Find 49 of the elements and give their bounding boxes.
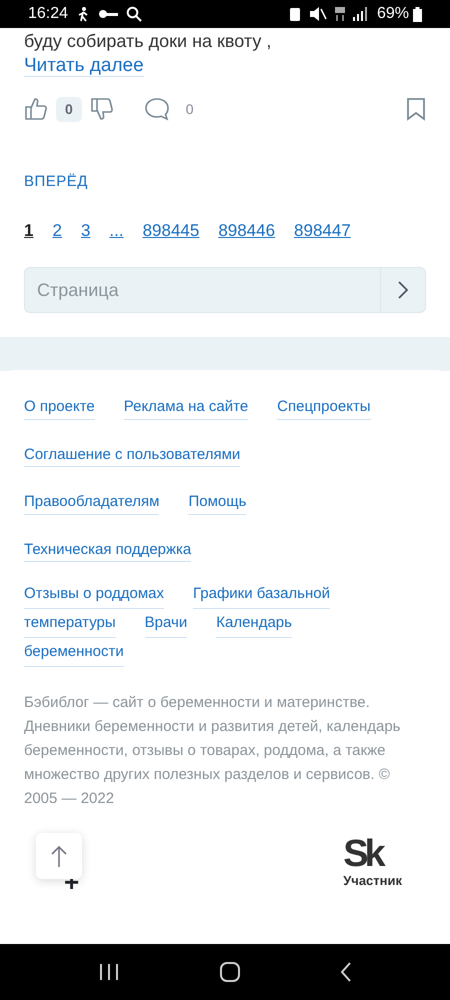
topic-link[interactable]: Календарь: [216, 609, 292, 638]
mute-icon: [308, 7, 327, 21]
chevron-right-icon: [398, 280, 408, 299]
network-icon: [334, 7, 345, 21]
battery-saver-icon: [288, 6, 301, 22]
footer-link[interactable]: Техническая поддержка: [24, 538, 192, 562]
thumbs-up-icon[interactable]: [24, 97, 48, 121]
thumbs-down-icon[interactable]: [90, 97, 114, 121]
bookmark-icon[interactable]: [406, 97, 426, 121]
search-icon: [126, 6, 142, 22]
battery-icon: [413, 6, 422, 22]
comment-icon[interactable]: [144, 97, 170, 121]
page-link[interactable]: 898446: [218, 218, 276, 243]
signal-icon: [352, 7, 369, 21]
post-text: буду собирать доки на квоту ,: [24, 30, 272, 52]
page-link[interactable]: 3: [80, 218, 90, 243]
topic-link[interactable]: Отзывы о роддомах: [24, 580, 164, 609]
topic-link[interactable]: Врачи: [144, 609, 188, 638]
topic-link[interactable]: Графики базальной: [192, 580, 330, 609]
like-count: 0: [56, 96, 82, 122]
page-link[interactable]: 1: [24, 218, 34, 243]
logo: Sk: [343, 837, 384, 871]
back-icon[interactable]: [340, 962, 352, 982]
home-icon[interactable]: [218, 961, 241, 983]
read-more-link[interactable]: Читать далее: [24, 55, 144, 77]
page-link[interactable]: 2: [52, 218, 62, 243]
topic-link[interactable]: температуры: [24, 609, 116, 638]
next-link[interactable]: ВПЕРЁД: [24, 172, 88, 190]
recent-apps-icon[interactable]: [98, 963, 120, 981]
comment-count: 0: [186, 100, 194, 118]
topic-link[interactable]: беременности: [24, 638, 124, 667]
arrow-up-icon: [51, 844, 67, 867]
page-field[interactable]: Страница: [24, 267, 380, 313]
battery-level: 69%: [376, 4, 409, 24]
footer-link[interactable]: Соглашение с пользователями: [24, 444, 240, 467]
footer-link[interactable]: Реклама на сайте: [124, 396, 248, 420]
logo-caption: Участник: [343, 872, 402, 890]
status-time: 16:24: [28, 4, 68, 24]
footer-link[interactable]: О проекте: [24, 396, 95, 420]
page-link[interactable]: ...: [109, 218, 124, 243]
walking-icon: [76, 6, 90, 22]
scroll-top-button[interactable]: [36, 833, 82, 879]
site-description: Бэбиблог — сайт о беременности и материнстве. Дневники беременности и развития детей, календарь беременности, отзывы о товарах, роддома, а также множество других полезных разделов и сервисов. © 2005 — 2022: [24, 693, 402, 809]
footer-link[interactable]: Спецпроекты: [277, 396, 371, 420]
footer-link[interactable]: Помощь: [188, 491, 246, 514]
footer-link[interactable]: Правообладателям: [24, 491, 160, 514]
page-link[interactable]: 898445: [142, 218, 200, 243]
key-icon: [98, 8, 118, 20]
page-link[interactable]: 898447: [294, 218, 351, 243]
